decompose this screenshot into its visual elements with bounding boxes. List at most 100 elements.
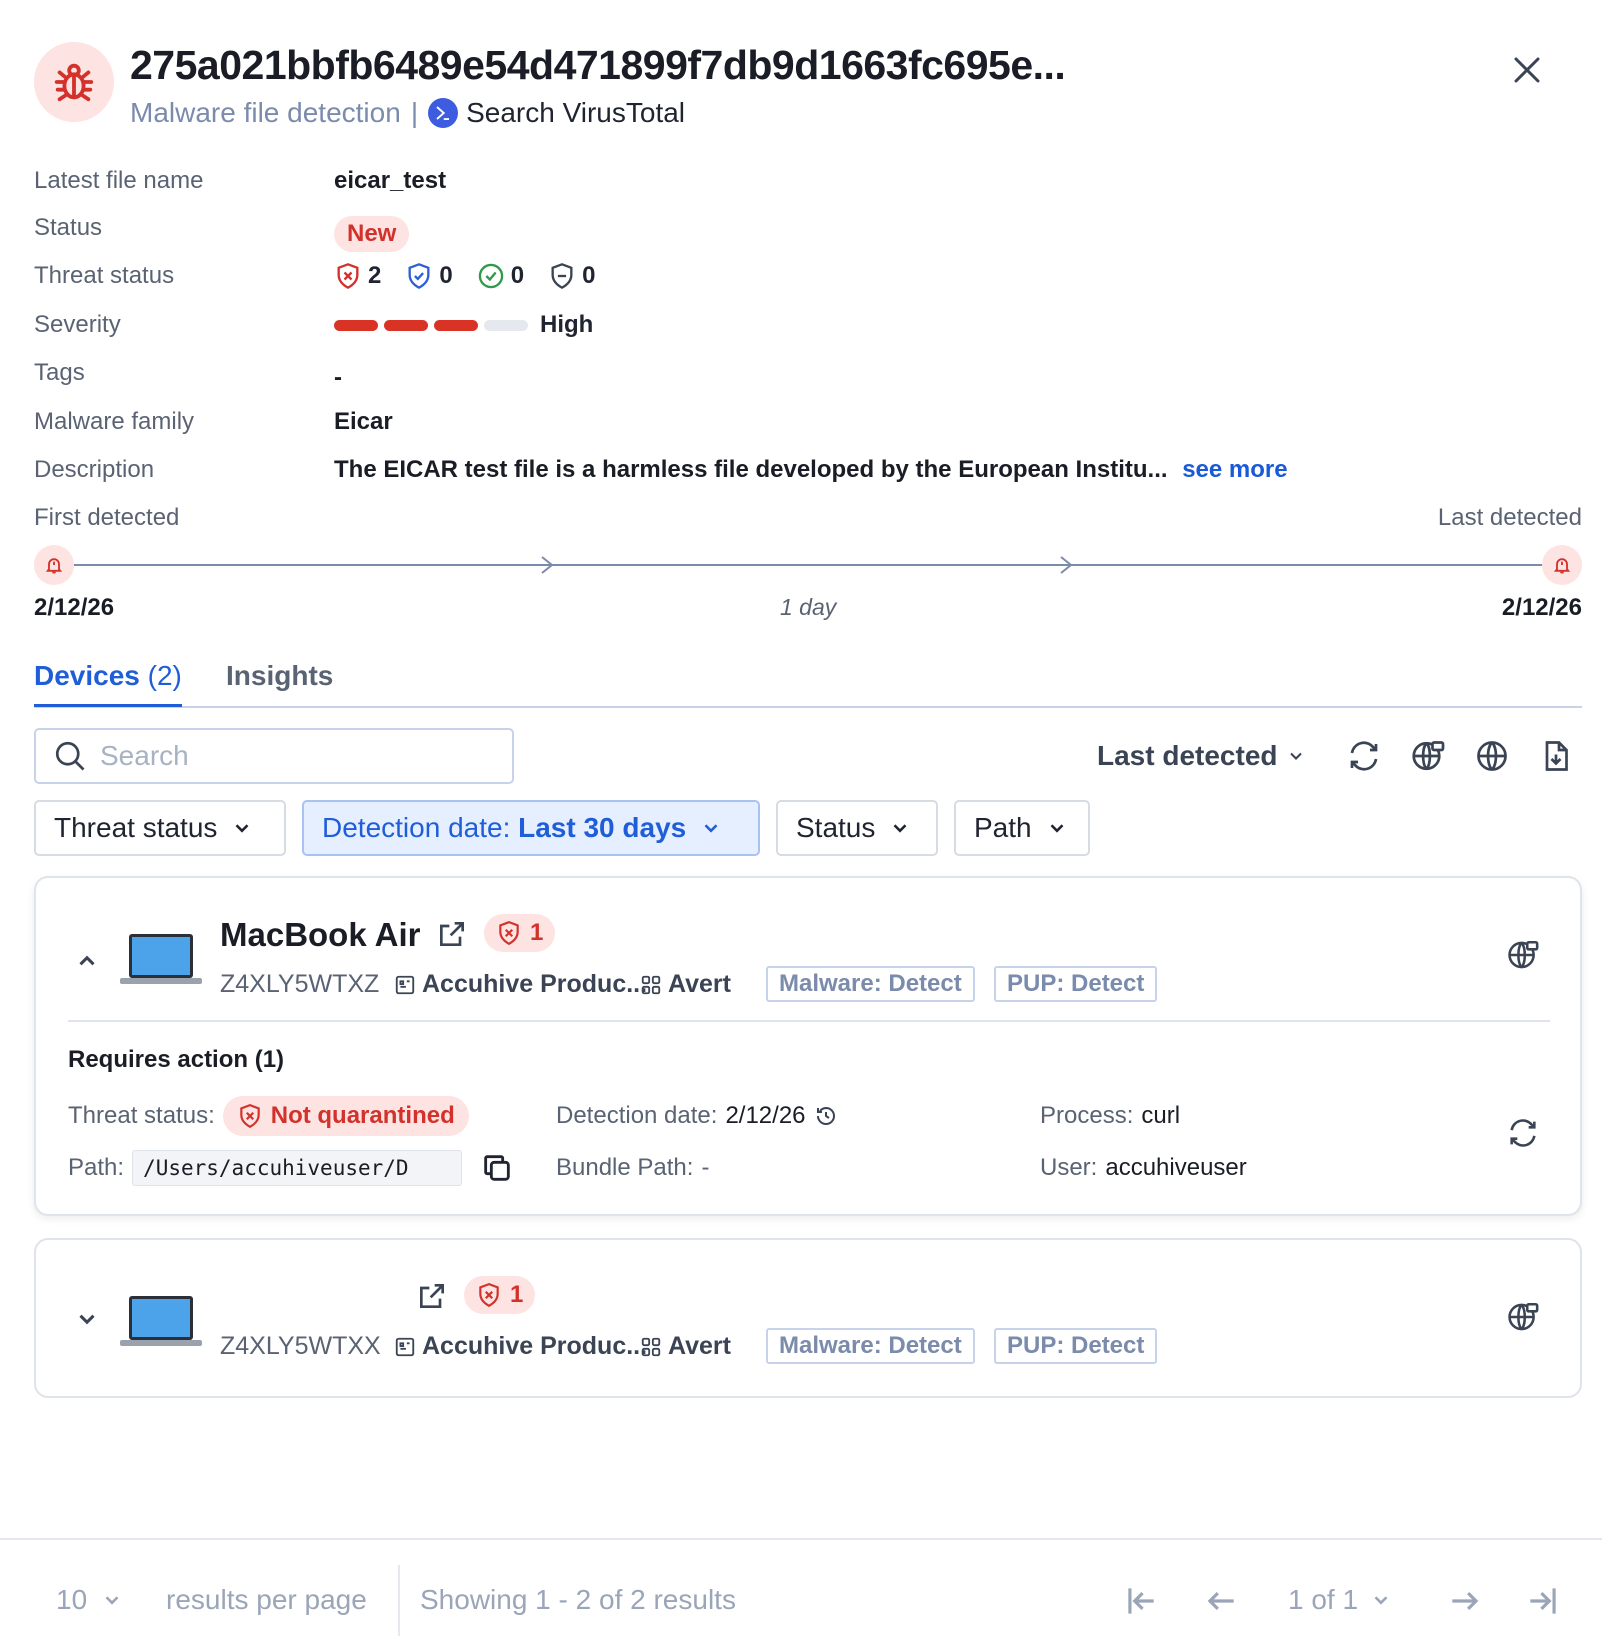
refresh-icon[interactable]: [1346, 738, 1382, 774]
per-page-select[interactable]: 10: [56, 1584, 123, 1616]
device-serial: Z4XLY5WTXZ: [220, 970, 380, 998]
history-icon[interactable]: [814, 1104, 838, 1128]
path-field-label: Path:: [68, 1154, 125, 1181]
globe-lock-icon[interactable]: [1410, 738, 1446, 774]
device-threat-count: 1: [510, 1281, 524, 1308]
per-page-value: 10: [56, 1584, 88, 1615]
organization-icon: [395, 1337, 415, 1356]
bell-icon: [34, 545, 74, 585]
page-title: 275a021bbfb6489e54d471899f7db9d1663fc695…: [130, 42, 1066, 88]
detection-date-field-label: Detection date:: [556, 1102, 718, 1129]
chevron-down-icon[interactable]: [74, 1306, 100, 1332]
chevron-down-icon: [704, 824, 718, 833]
arrow-right-icon: [1060, 556, 1073, 574]
device-org-name: Accuhive Produc...: [422, 1332, 648, 1360]
severity-label: Severity: [34, 311, 121, 338]
status-label: Status: [34, 214, 103, 241]
device-policy: Avert: [640, 970, 731, 999]
globe-lock-icon[interactable]: [1506, 938, 1540, 972]
device-threat-badge: 1: [464, 1276, 536, 1314]
detection-date-value: Last 30 days: [518, 812, 687, 843]
search-input[interactable]: [100, 740, 490, 772]
close-button[interactable]: [1507, 50, 1547, 90]
timeline-duration: 1 day: [780, 594, 837, 620]
process-field-value: curl: [1141, 1102, 1181, 1129]
malware-family-value: Eicar: [334, 408, 393, 435]
threat-status-field: Threat status: Not quarantined: [68, 1096, 469, 1136]
first-page-icon[interactable]: [1122, 1582, 1160, 1620]
virustotal-icon: [428, 98, 459, 128]
laptop-icon: [120, 1296, 202, 1346]
search-box[interactable]: [34, 728, 514, 784]
last-page-icon[interactable]: [1524, 1582, 1562, 1620]
external-link-icon[interactable]: [416, 1280, 448, 1312]
path-value-box: /Users/accuhiveuser/D: [132, 1150, 463, 1186]
threat-count-ignored: 0: [582, 262, 596, 289]
malware-detect-tag: Malware: Detect: [766, 1328, 975, 1364]
detection-date-field-value: 2/12/26: [725, 1102, 806, 1129]
user-field: User: accuhiveuser: [1040, 1154, 1247, 1182]
status-badge: New: [334, 216, 410, 252]
subtitle-separator: |: [410, 97, 419, 128]
export-file-icon[interactable]: [1538, 738, 1574, 774]
path-filter-label: Path: [974, 812, 1032, 843]
laptop-icon: [120, 934, 202, 984]
first-detected-date: 2/12/26: [34, 594, 115, 621]
refresh-icon[interactable]: [1506, 1116, 1540, 1150]
tab-devices-count: (2): [147, 660, 182, 691]
chevron-up-icon[interactable]: [74, 948, 100, 974]
globe-icon[interactable]: [1474, 738, 1510, 774]
detection-type: Malware file detection: [130, 97, 401, 128]
last-detected-date: 2/12/26: [1501, 594, 1582, 621]
not-quarantined-text: Not quarantined: [270, 1102, 455, 1129]
status-filter[interactable]: Status: [776, 800, 938, 856]
detection-date-prefix: Detection date:: [322, 812, 511, 843]
external-link-icon[interactable]: [436, 918, 468, 950]
shield-minus-icon: [551, 263, 573, 290]
see-more-link[interactable]: see more: [1182, 456, 1287, 483]
tab-insights[interactable]: Insights: [226, 660, 333, 692]
chevron-down-icon: [105, 1596, 119, 1605]
path-filter[interactable]: Path: [954, 800, 1090, 856]
detection-date-filter[interactable]: Detection date: Last 30 days: [302, 800, 760, 856]
user-field-value: accuhiveuser: [1105, 1154, 1247, 1181]
tab-devices[interactable]: Devices (2): [34, 660, 182, 707]
threat-count-quarantined: 0: [439, 262, 453, 289]
previous-page-icon[interactable]: [1202, 1582, 1240, 1620]
user-field-label: User:: [1040, 1154, 1098, 1181]
device-threat-count: 1: [530, 919, 544, 946]
check-circle-icon: [478, 263, 503, 289]
page-select[interactable]: 1 of 1: [1288, 1584, 1392, 1616]
tags-value: -: [334, 364, 342, 391]
copy-icon[interactable]: [480, 1151, 514, 1185]
device-policy-name: Avert: [668, 1332, 731, 1360]
threat-status-label: Threat status: [34, 262, 175, 289]
threat-status-filter[interactable]: Threat status: [34, 800, 286, 856]
device-organization: Accuhive Produc...: [394, 1332, 647, 1361]
chevron-down-icon: [1374, 1596, 1388, 1605]
sort-label: Last detected: [1097, 740, 1278, 771]
severity-segment: [384, 320, 428, 331]
globe-lock-icon[interactable]: [1506, 1300, 1540, 1334]
tab-devices-label: Devices: [34, 660, 140, 691]
per-page-label: results per page: [166, 1584, 367, 1615]
description-label: Description: [34, 456, 155, 483]
bell-icon: [1542, 545, 1582, 585]
process-field-label: Process:: [1040, 1102, 1134, 1129]
search-virustotal-link[interactable]: Search VirusTotal: [466, 97, 685, 129]
tags-label: Tags: [34, 359, 85, 386]
pup-detect-tag: PUP: Detect: [994, 966, 1158, 1002]
device-organization: Accuhive Produc...: [394, 970, 647, 999]
path-field: Path: /Users/accuhiveuser/D: [68, 1150, 514, 1186]
sort-dropdown[interactable]: Last detected: [1097, 740, 1306, 772]
latest-file-name-label: Latest file name: [34, 167, 204, 194]
severity-segment: [334, 320, 378, 331]
chevron-down-icon: [893, 824, 907, 833]
bundle-path-field-label: Bundle Path:: [556, 1154, 694, 1181]
severity-meter: [334, 320, 528, 331]
organization-icon: [395, 975, 415, 994]
next-page-icon[interactable]: [1446, 1582, 1484, 1620]
device-threat-badge: 1: [484, 914, 556, 952]
severity-segment: [484, 320, 528, 331]
grid-icon: [641, 1337, 661, 1356]
